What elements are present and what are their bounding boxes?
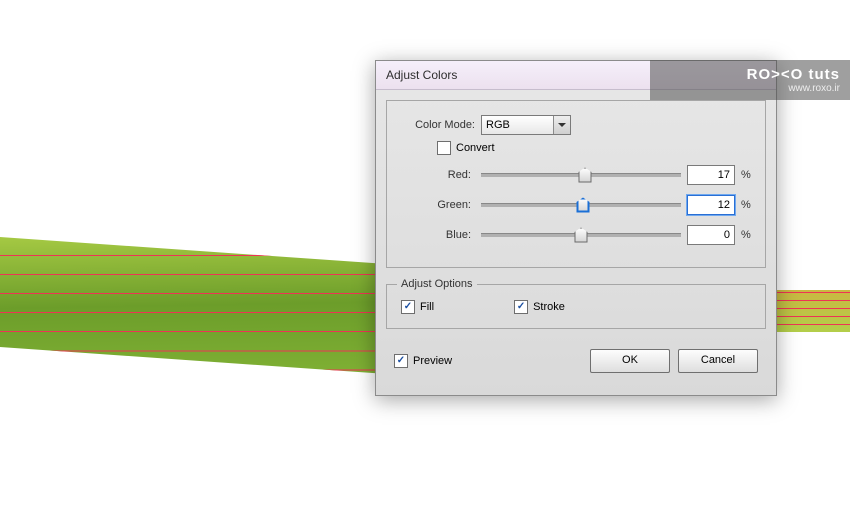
dialog-title-text: Adjust Colors bbox=[386, 68, 457, 82]
adjust-options-legend: Adjust Options bbox=[397, 278, 477, 290]
blue-slider-thumb[interactable] bbox=[575, 228, 588, 243]
green-label: Green: bbox=[397, 199, 475, 211]
green-input[interactable]: 12 bbox=[687, 195, 735, 215]
blue-label: Blue: bbox=[397, 229, 475, 241]
green-slider[interactable] bbox=[481, 198, 681, 212]
red-input[interactable]: 17 bbox=[687, 165, 735, 185]
red-label: Red: bbox=[397, 169, 475, 181]
green-pct: % bbox=[741, 199, 755, 211]
blue-pct: % bbox=[741, 229, 755, 241]
preview-checkbox[interactable] bbox=[394, 354, 408, 368]
convert-checkbox[interactable] bbox=[437, 141, 451, 155]
watermark-url: www.roxo.ir bbox=[660, 83, 840, 94]
red-slider[interactable] bbox=[481, 168, 681, 182]
artwork-stroke-left bbox=[0, 237, 378, 373]
green-slider-thumb[interactable] bbox=[577, 198, 590, 213]
blue-slider[interactable] bbox=[481, 228, 681, 242]
stroke-checkbox[interactable] bbox=[514, 300, 528, 314]
fill-checkbox[interactable] bbox=[401, 300, 415, 314]
color-mode-label: Color Mode: bbox=[397, 119, 481, 131]
watermark: RO><O tuts www.roxo.ir bbox=[650, 60, 850, 100]
chevron-down-icon bbox=[553, 116, 570, 134]
blue-input[interactable]: 0 bbox=[687, 225, 735, 245]
ok-button[interactable]: OK bbox=[590, 349, 670, 373]
red-slider-thumb[interactable] bbox=[579, 168, 592, 183]
preview-label: Preview bbox=[413, 355, 452, 367]
stroke-label: Stroke bbox=[533, 301, 565, 313]
color-mode-group: Color Mode: RGB Convert Red: 17 % bbox=[386, 100, 766, 268]
dialog-footer: Preview OK Cancel bbox=[386, 339, 766, 385]
red-pct: % bbox=[741, 169, 755, 181]
color-mode-value: RGB bbox=[486, 119, 510, 131]
artwork-stroke-right bbox=[774, 290, 850, 332]
fill-label: Fill bbox=[420, 301, 434, 313]
cancel-button[interactable]: Cancel bbox=[678, 349, 758, 373]
adjust-colors-dialog: Adjust Colors Color Mode: RGB Convert Re… bbox=[375, 60, 777, 396]
color-mode-select[interactable]: RGB bbox=[481, 115, 571, 135]
watermark-brand: RO><O tuts bbox=[660, 66, 840, 83]
convert-label: Convert bbox=[456, 142, 495, 154]
adjust-options-group: Adjust Options Fill Stroke bbox=[386, 278, 766, 329]
